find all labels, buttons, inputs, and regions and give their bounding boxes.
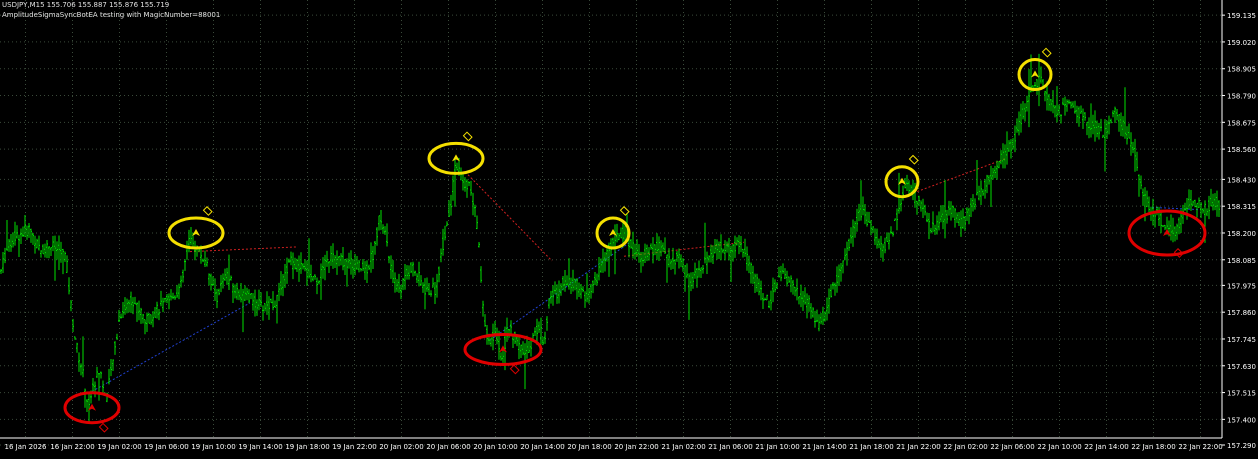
y-tick-label-7: 158.315: [1227, 203, 1256, 211]
price-chart[interactable]: 159.135 159.020 158.905 158.790 158.675 158.5…: [0, 0, 1258, 455]
x-tick-label-22: 22 Jan 10:00: [1037, 443, 1081, 451]
x-tick-label-18: 21 Jan 18:00: [849, 443, 893, 451]
y-tick-label-0: 159.135: [1227, 12, 1256, 20]
x-tick-label-6: 19 Jan 18:00: [285, 443, 329, 451]
trade-arrow-icon-4: [1031, 70, 1039, 78]
order-label-icon-1: [462, 131, 473, 142]
x-tick-label-3: 19 Jan 06:00: [144, 443, 188, 451]
y-tick-label-13: 157.630: [1227, 363, 1256, 371]
y-tick-label-5: 158.560: [1227, 146, 1256, 154]
y-tick-label-9: 158.085: [1227, 257, 1256, 265]
x-tick-label-16: 21 Jan 10:00: [755, 443, 799, 451]
x-tick-label-5: 19 Jan 14:00: [238, 443, 282, 451]
y-tick-label-11: 157.860: [1227, 309, 1256, 317]
y-tick-label-3: 158.790: [1227, 93, 1256, 101]
y-tick-label-16: 157.290: [1227, 442, 1256, 450]
x-tick-label-23: 22 Jan 14:00: [1084, 443, 1128, 451]
x-tick-label-0: 16 Jan 2026: [5, 443, 48, 451]
order-label-icon-6: [509, 364, 520, 375]
y-tick-label-14: 157.515: [1227, 390, 1256, 398]
x-tick-label-19: 21 Jan 22:00: [896, 443, 940, 451]
x-tick-label-24: 22 Jan 18:00: [1131, 443, 1175, 451]
order-label-icon-5: [98, 422, 109, 433]
trade-arrow-icon-0: [192, 228, 200, 236]
x-tick-label-10: 20 Jan 10:00: [473, 443, 517, 451]
order-label-icon-4: [1041, 47, 1052, 58]
y-tick-label-4: 158.675: [1227, 119, 1256, 127]
x-tick-label-1: 16 Jan 22:00: [50, 443, 94, 451]
x-tick-label-13: 20 Jan 22:00: [614, 443, 658, 451]
x-tick-label-25: 22 Jan 22:00: [1178, 443, 1222, 451]
y-tick-label-8: 158.200: [1227, 230, 1256, 238]
y-tick-label-1: 159.020: [1227, 39, 1256, 47]
y-tick-label-15: 157.400: [1227, 416, 1256, 424]
order-label-icon-2: [619, 206, 630, 216]
x-tick-label-21: 22 Jan 06:00: [990, 443, 1034, 451]
y-tick-label-2: 158.905: [1227, 66, 1256, 74]
x-tick-label-11: 20 Jan 14:00: [520, 443, 564, 451]
symbol-info: USDJPY,M15 155.706 155.887 155.876 155.7…: [2, 1, 170, 9]
y-tick-label-6: 158.430: [1227, 176, 1256, 184]
x-tick-label-20: 22 Jan 02:00: [943, 443, 987, 451]
x-tick-label-2: 19 Jan 02:00: [97, 443, 141, 451]
y-tick-label-10: 157.975: [1227, 282, 1256, 290]
x-tick-label-15: 21 Jan 06:00: [708, 443, 752, 451]
x-tick-label-12: 20 Jan 18:00: [567, 443, 611, 451]
order-label-icon-3: [908, 154, 919, 165]
trade-arrow-icon-2: [609, 228, 617, 236]
x-tick-label-17: 21 Jan 14:00: [802, 443, 846, 451]
x-tick-label-14: 21 Jan 02:00: [661, 443, 705, 451]
x-tick-label-8: 20 Jan 02:00: [379, 443, 423, 451]
x-tick-label-7: 19 Jan 22:00: [332, 443, 376, 451]
order-label-icon-0: [202, 206, 213, 216]
trade-line-1: [467, 174, 553, 262]
y-tick-label-12: 157.745: [1227, 336, 1256, 344]
x-tick-label-9: 20 Jan 06:00: [426, 443, 470, 451]
x-tick-label-4: 19 Jan 10:00: [191, 443, 235, 451]
ea-status: AmplitudeSigmaSyncBotEA testing with Mag…: [2, 11, 221, 19]
chart-window[interactable]: 159.135 159.020 158.905 158.790 158.675 158.5…: [0, 0, 1258, 455]
